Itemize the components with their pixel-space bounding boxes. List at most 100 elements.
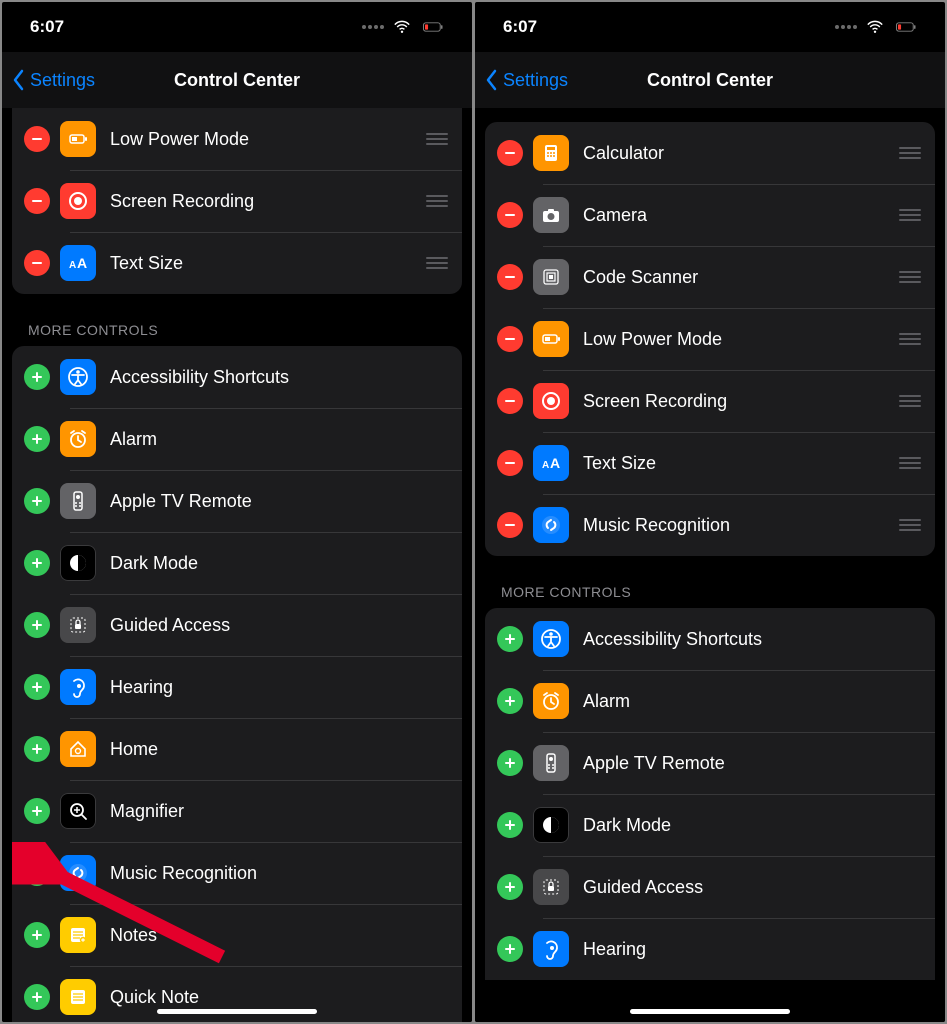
plus-icon (503, 632, 517, 646)
plus-icon (30, 494, 44, 508)
add-button[interactable] (24, 984, 50, 1010)
remove-button[interactable] (497, 388, 523, 414)
control-row: Code Scanner (485, 246, 935, 308)
control-label: Text Size (110, 253, 426, 274)
minus-icon (503, 146, 517, 160)
remove-button[interactable] (24, 250, 50, 276)
add-button[interactable] (497, 750, 523, 776)
add-button[interactable] (24, 550, 50, 576)
plus-icon (30, 556, 44, 570)
hearing-icon (60, 669, 96, 705)
add-button[interactable] (24, 860, 50, 886)
control-label: Screen Recording (583, 391, 899, 412)
drag-handle-icon[interactable] (426, 133, 450, 145)
control-row: Calculator (485, 122, 935, 184)
home-icon (60, 731, 96, 767)
control-row: Magnifier (12, 780, 462, 842)
control-label: Accessibility Shortcuts (110, 367, 450, 388)
minus-icon (503, 208, 517, 222)
add-button[interactable] (497, 936, 523, 962)
plus-icon (30, 742, 44, 756)
camera-icon (533, 197, 569, 233)
drag-handle-icon[interactable] (899, 271, 923, 283)
add-button[interactable] (497, 626, 523, 652)
quicknote-icon (60, 979, 96, 1015)
remove-button[interactable] (497, 326, 523, 352)
plus-icon (30, 804, 44, 818)
accessibility-icon (60, 359, 96, 395)
add-button[interactable] (24, 612, 50, 638)
scanner-icon (533, 259, 569, 295)
control-label: Music Recognition (583, 515, 899, 536)
remove-button[interactable] (24, 188, 50, 214)
alarm-icon (533, 683, 569, 719)
plus-icon (30, 928, 44, 942)
control-row: Apple TV Remote (485, 732, 935, 794)
add-button[interactable] (24, 798, 50, 824)
add-button[interactable] (24, 364, 50, 390)
control-row: Alarm (485, 670, 935, 732)
control-row: Guided Access (485, 856, 935, 918)
plus-icon (30, 680, 44, 694)
plus-icon (503, 756, 517, 770)
cellular-dots-icon (835, 25, 857, 29)
remove-button[interactable] (497, 512, 523, 538)
shazam-icon (60, 855, 96, 891)
back-button[interactable]: Settings (12, 69, 95, 91)
record-icon (533, 383, 569, 419)
control-row: Dark Mode (485, 794, 935, 856)
minus-icon (503, 518, 517, 532)
plus-icon (30, 618, 44, 632)
magnifier-icon (60, 793, 96, 829)
lowpower-icon (60, 121, 96, 157)
remove-button[interactable] (497, 140, 523, 166)
status-time: 6:07 (30, 17, 64, 37)
minus-icon (30, 256, 44, 270)
control-row: Accessibility Shortcuts (12, 346, 462, 408)
control-label: Guided Access (110, 615, 450, 636)
drag-handle-icon[interactable] (899, 395, 923, 407)
drag-handle-icon[interactable] (899, 519, 923, 531)
status-bar: 6:07 (475, 2, 945, 52)
plus-icon (30, 866, 44, 880)
drag-handle-icon[interactable] (899, 333, 923, 345)
control-label: Camera (583, 205, 899, 226)
drag-handle-icon[interactable] (899, 457, 923, 469)
wifi-icon (865, 19, 885, 35)
control-label: Dark Mode (583, 815, 923, 836)
record-icon (60, 183, 96, 219)
control-row: Hearing (12, 656, 462, 718)
add-button[interactable] (497, 688, 523, 714)
add-button[interactable] (24, 736, 50, 762)
battery-low-icon (891, 19, 921, 35)
drag-handle-icon[interactable] (426, 257, 450, 269)
accessibility-icon (533, 621, 569, 657)
remote-icon (533, 745, 569, 781)
guided-icon (60, 607, 96, 643)
add-button[interactable] (497, 812, 523, 838)
add-button[interactable] (24, 426, 50, 452)
control-row: Accessibility Shortcuts (485, 608, 935, 670)
status-time: 6:07 (503, 17, 537, 37)
back-label: Settings (503, 70, 568, 91)
remove-button[interactable] (497, 450, 523, 476)
drag-handle-icon[interactable] (899, 147, 923, 159)
add-button[interactable] (24, 922, 50, 948)
control-label: Apple TV Remote (110, 491, 450, 512)
add-button[interactable] (497, 874, 523, 900)
remove-button[interactable] (24, 126, 50, 152)
back-button[interactable]: Settings (485, 69, 568, 91)
drag-handle-icon[interactable] (426, 195, 450, 207)
drag-handle-icon[interactable] (899, 209, 923, 221)
textsize-icon (533, 445, 569, 481)
control-label: Music Recognition (110, 863, 450, 884)
nav-header: Settings Control Center (2, 52, 472, 108)
control-label: Alarm (110, 429, 450, 450)
control-row: Screen Recording (12, 170, 462, 232)
minus-icon (503, 332, 517, 346)
add-button[interactable] (24, 488, 50, 514)
minus-icon (30, 132, 44, 146)
remove-button[interactable] (497, 264, 523, 290)
remove-button[interactable] (497, 202, 523, 228)
add-button[interactable] (24, 674, 50, 700)
